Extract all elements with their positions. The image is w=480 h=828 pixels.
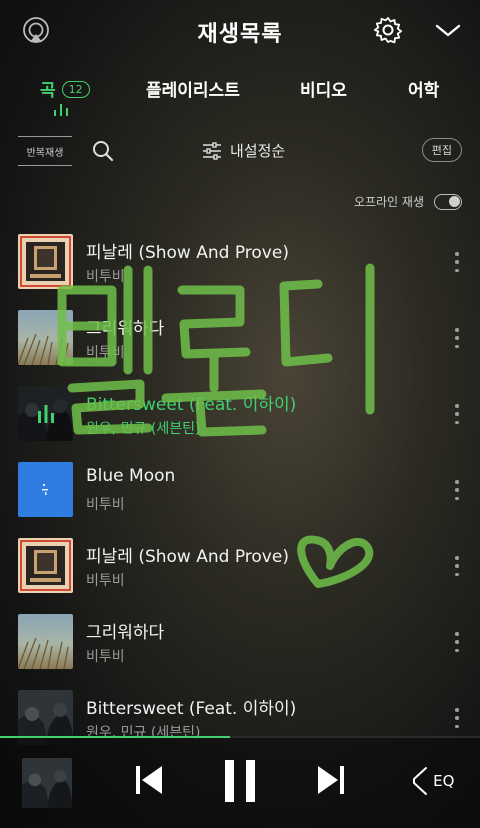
more-options-icon[interactable] xyxy=(454,252,460,272)
album-art xyxy=(18,614,73,669)
track-list: 피날레 (Show And Prove) 비투비 그리워하다 비투비 Bitte… xyxy=(0,224,480,756)
previous-icon[interactable] xyxy=(134,760,166,804)
list-item[interactable]: 그리워하다 비투비 xyxy=(0,300,480,376)
track-title: Blue Moon xyxy=(86,466,176,486)
track-title: 피날레 (Show And Prove) xyxy=(86,547,289,567)
now-playing-album-art[interactable] xyxy=(22,758,72,808)
sort-button[interactable]: 내설정순 xyxy=(202,140,285,161)
track-title: 그리워하다 xyxy=(86,623,165,643)
pause-icon[interactable] xyxy=(222,758,258,808)
track-title: Bittersweet (Feat. 이하이) xyxy=(86,395,297,415)
eq-button[interactable]: EQ xyxy=(410,766,454,796)
speaker-icon xyxy=(413,767,427,795)
track-artist: 비투비 xyxy=(86,497,125,513)
tab-bar: 곡 12 플레이리스트 비디오 어학 xyxy=(0,64,480,116)
track-title: 피날레 (Show And Prove) xyxy=(86,243,289,263)
album-art xyxy=(18,462,73,517)
sliders-icon xyxy=(203,141,221,160)
album-art xyxy=(18,310,73,365)
tab-videos[interactable]: 비디오 xyxy=(300,76,347,101)
more-options-icon[interactable] xyxy=(454,632,460,652)
more-options-icon[interactable] xyxy=(454,480,460,500)
offline-play-toggle[interactable] xyxy=(434,193,462,210)
list-item[interactable]: Blue Moon 비투비 xyxy=(0,452,480,528)
more-options-icon[interactable] xyxy=(454,708,460,728)
more-options-icon[interactable] xyxy=(454,404,460,424)
track-title: 그리워하다 xyxy=(86,319,165,339)
more-options-icon[interactable] xyxy=(454,556,460,576)
track-artist: 비투비 xyxy=(86,269,125,285)
list-controls: 반복재생 내설정순 편집 xyxy=(0,130,480,174)
track-title: Bittersweet (Feat. 이하이) xyxy=(86,699,297,719)
page-title: 재생목록 xyxy=(197,22,283,47)
list-item[interactable]: 피날레 (Show And Prove) 비투비 xyxy=(0,224,480,300)
track-artist: 비투비 xyxy=(86,345,125,361)
next-icon[interactable] xyxy=(314,760,346,804)
tab-playlists[interactable]: 플레이리스트 xyxy=(146,76,240,101)
list-item[interactable]: 피날레 (Show And Prove) 비투비 xyxy=(0,528,480,604)
track-artist: 원우, 민규 (세븐틴) xyxy=(86,421,201,437)
offline-play-label: 오프라인 재생 xyxy=(353,195,424,209)
track-artist: 비투비 xyxy=(86,649,125,665)
more-options-icon[interactable] xyxy=(454,328,460,348)
search-icon[interactable] xyxy=(92,140,114,166)
sort-label: 내설정순 xyxy=(230,142,286,160)
album-art xyxy=(18,234,73,289)
track-artist: 비투비 xyxy=(86,573,125,589)
edit-button[interactable]: 편집 xyxy=(421,138,462,162)
active-tab-indicator xyxy=(54,104,68,116)
gear-icon[interactable] xyxy=(372,14,404,46)
mini-player: EQ xyxy=(0,738,480,828)
tab-songs-label: 곡 xyxy=(40,81,56,101)
chevron-down-icon[interactable] xyxy=(432,14,464,46)
list-item[interactable]: Bittersweet (Feat. 이하이) 원우, 민규 (세븐틴) xyxy=(0,376,480,452)
tab-language[interactable]: 어학 xyxy=(408,76,439,101)
now-playing-icon xyxy=(18,386,73,441)
album-art xyxy=(18,386,73,441)
repeat-button[interactable]: 반복재생 xyxy=(18,136,72,166)
tab-songs[interactable]: 곡 12 xyxy=(40,76,90,101)
song-count-badge: 12 xyxy=(61,81,90,98)
list-item[interactable]: 그리워하다 비투비 xyxy=(0,604,480,680)
album-art xyxy=(18,538,73,593)
top-bar: 재생목록 xyxy=(0,0,480,64)
eq-label: EQ xyxy=(433,772,455,790)
offline-play-setting: 오프라인 재생 xyxy=(354,193,462,210)
